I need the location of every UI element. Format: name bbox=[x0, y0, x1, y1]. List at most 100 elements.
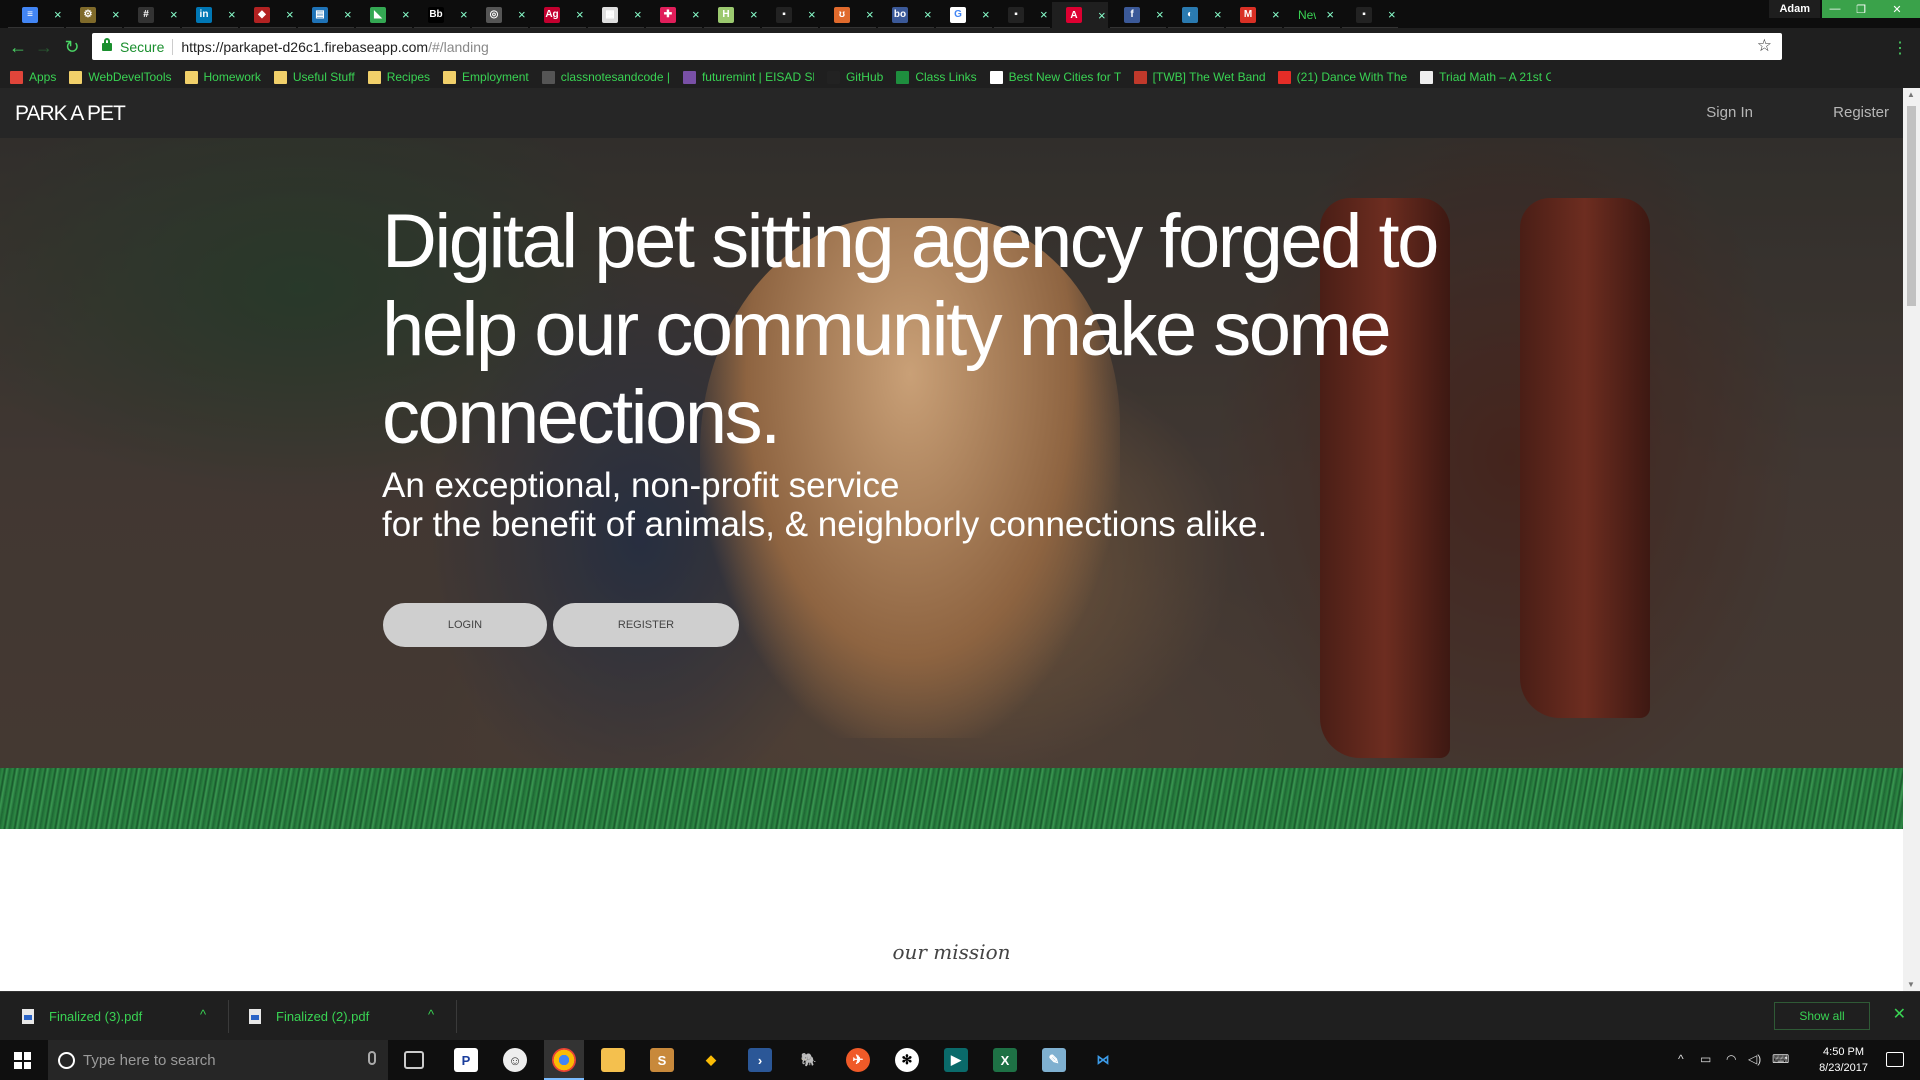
tab-close-icon[interactable]: × bbox=[866, 7, 874, 22]
browser-tab[interactable]: boH× bbox=[878, 2, 934, 28]
browser-tab[interactable]: Gp× bbox=[936, 2, 992, 28]
reload-icon[interactable]: ↻ bbox=[62, 37, 82, 57]
browser-tab[interactable]: MIn× bbox=[1226, 2, 1282, 28]
tab-close-icon[interactable]: × bbox=[344, 7, 352, 22]
nav-sign-in-link[interactable]: Sign In bbox=[1706, 104, 1753, 121]
bookmark-item[interactable]: WebDevelTools bbox=[69, 70, 172, 84]
excel-icon[interactable]: X bbox=[993, 1048, 1017, 1072]
download-item[interactable]: Finalized (2).pdf bbox=[249, 992, 369, 1041]
bookmark-item[interactable]: futuremint | EISAD Sl bbox=[682, 70, 814, 84]
bookmark-item[interactable]: Useful Stuff bbox=[273, 70, 355, 84]
browser-tab[interactable]: ▪M× bbox=[994, 2, 1050, 28]
tab-close-icon[interactable]: × bbox=[692, 7, 700, 22]
tab-close-icon[interactable]: × bbox=[576, 7, 584, 22]
browser-tab[interactable]: ◣Bl× bbox=[356, 2, 412, 28]
browser-tab[interactable]: AgW× bbox=[530, 2, 586, 28]
chevron-up-icon[interactable]: ^ bbox=[428, 1007, 434, 1022]
bookmark-item[interactable]: classnotesandcode | bbox=[541, 70, 670, 84]
minimize-icon[interactable]: — bbox=[1822, 0, 1848, 18]
system-clock[interactable]: 4:50 PM 8/23/2017 bbox=[1819, 1044, 1868, 1076]
tab-close-icon[interactable]: × bbox=[1326, 7, 1334, 22]
forward-arrow-icon[interactable]: → bbox=[34, 37, 54, 57]
show-all-downloads-button[interactable]: Show all bbox=[1774, 1002, 1870, 1030]
browser-tab[interactable]: ▪M× bbox=[762, 2, 818, 28]
terminal-app-icon[interactable]: ▶ bbox=[944, 1048, 968, 1072]
browser-tab[interactable]: inLi× bbox=[182, 2, 238, 28]
tab-close-icon[interactable]: × bbox=[924, 7, 932, 22]
bookmark-item[interactable]: GitHub bbox=[826, 70, 883, 84]
smiley-app-icon[interactable]: ☺ bbox=[503, 1048, 527, 1072]
tab-close-icon[interactable]: × bbox=[460, 7, 468, 22]
browser-tab[interactable]: ◆C× bbox=[240, 2, 296, 28]
tab-close-icon[interactable]: × bbox=[112, 7, 120, 22]
chrome-app-icon[interactable] bbox=[552, 1048, 576, 1072]
tab-close-icon[interactable]: × bbox=[1040, 7, 1048, 22]
browser-tab[interactable]: ⚙C× bbox=[66, 2, 122, 28]
tab-close-icon[interactable]: × bbox=[1272, 7, 1280, 22]
taskbar-search-box[interactable]: Type here to search bbox=[48, 1040, 388, 1080]
tab-close-icon[interactable]: × bbox=[982, 7, 990, 22]
download-item[interactable]: Finalized (3).pdf bbox=[22, 992, 142, 1041]
tab-close-icon[interactable]: × bbox=[402, 7, 410, 22]
scroll-up-icon[interactable]: ▲ bbox=[1907, 90, 1915, 99]
notepad-icon[interactable]: ✎ bbox=[1042, 1048, 1066, 1072]
browser-tab[interactable]: New T × bbox=[1284, 2, 1340, 28]
chevron-up-icon[interactable]: ^ bbox=[1678, 1052, 1684, 1066]
register-button[interactable]: REGISTER bbox=[553, 603, 739, 647]
chevron-up-icon[interactable]: ^ bbox=[200, 1007, 206, 1022]
browser-tab[interactable]: ▪M× bbox=[1342, 2, 1398, 28]
tab-close-icon[interactable]: × bbox=[518, 7, 526, 22]
back-arrow-icon[interactable]: ← bbox=[8, 37, 28, 57]
bookmark-item[interactable]: Homework bbox=[184, 70, 261, 84]
address-bar[interactable]: Secure https://parkapet-d26c1.firebaseap… bbox=[92, 33, 1782, 60]
file-explorer-icon[interactable] bbox=[601, 1048, 625, 1072]
tab-close-icon[interactable]: × bbox=[1388, 7, 1396, 22]
keyboard-icon[interactable]: ⌨ bbox=[1772, 1052, 1789, 1066]
postman-icon[interactable]: ✈ bbox=[846, 1048, 870, 1072]
browser-tab[interactable]: ▤C× bbox=[298, 2, 354, 28]
bookmark-item[interactable]: Triad Math – A 21st C bbox=[1420, 70, 1551, 84]
windows-start-icon[interactable] bbox=[14, 1052, 31, 1069]
tab-close-icon[interactable]: × bbox=[750, 7, 758, 22]
git-app-icon[interactable]: ◆ bbox=[699, 1048, 723, 1072]
browser-tab[interactable]: BbBl× bbox=[414, 2, 470, 28]
browser-tab[interactable]: ✚W× bbox=[646, 2, 702, 28]
bookmark-item[interactable]: (21) Dance With The bbox=[1277, 70, 1407, 84]
paypal-app-icon[interactable]: P bbox=[454, 1048, 478, 1072]
close-icon[interactable]: ✕ bbox=[1893, 1004, 1906, 1024]
browser-tab[interactable]: #g× bbox=[124, 2, 180, 28]
action-center-icon[interactable] bbox=[1886, 1052, 1904, 1067]
bookmark-item[interactable]: Apps bbox=[10, 70, 56, 84]
volume-icon[interactable]: ◁) bbox=[1748, 1052, 1761, 1066]
browser-tab[interactable]: H5× bbox=[704, 2, 760, 28]
battery-icon[interactable]: ▭ bbox=[1700, 1052, 1711, 1066]
tab-close-icon[interactable]: × bbox=[634, 7, 642, 22]
tab-close-icon[interactable]: × bbox=[286, 7, 294, 22]
tab-close-icon[interactable]: × bbox=[54, 7, 62, 22]
browser-tab[interactable]: ◐C× bbox=[1168, 2, 1224, 28]
browser-tab[interactable]: ◎Bi× bbox=[472, 2, 528, 28]
restore-icon[interactable]: ❐ bbox=[1848, 0, 1874, 18]
bookmark-item[interactable]: Class Links bbox=[896, 70, 977, 84]
sublime-app-icon[interactable]: S bbox=[650, 1048, 674, 1072]
browser-tab[interactable]: ≡A× bbox=[8, 2, 64, 28]
tab-close-icon[interactable]: × bbox=[808, 7, 816, 22]
tab-close-icon[interactable]: × bbox=[228, 7, 236, 22]
task-view-icon[interactable] bbox=[404, 1051, 424, 1069]
vscode-icon[interactable]: ⋈ bbox=[1091, 1048, 1115, 1072]
tab-close-icon[interactable]: × bbox=[1156, 7, 1164, 22]
powershell-icon[interactable]: › bbox=[748, 1048, 772, 1072]
bookmark-item[interactable]: Employment bbox=[443, 70, 529, 84]
page-scrollbar[interactable]: ▲ ▼ bbox=[1903, 88, 1920, 991]
slack-app-icon[interactable]: ✻ bbox=[895, 1048, 919, 1072]
scroll-thumb[interactable] bbox=[1907, 106, 1916, 306]
site-brand[interactable]: PARK A PET bbox=[15, 102, 126, 126]
window-close-icon[interactable]: ✕ bbox=[1874, 0, 1920, 18]
browser-tab[interactable]: AP× bbox=[1052, 2, 1108, 28]
scroll-down-icon[interactable]: ▼ bbox=[1907, 980, 1915, 989]
chrome-menu-icon[interactable]: ⋮ bbox=[1892, 38, 1908, 58]
wifi-icon[interactable]: ◠ bbox=[1726, 1052, 1736, 1066]
bookmark-item[interactable]: Best New Cities for T bbox=[989, 70, 1121, 84]
browser-tab[interactable]: fF× bbox=[1110, 2, 1166, 28]
tab-close-icon[interactable]: × bbox=[1214, 7, 1222, 22]
